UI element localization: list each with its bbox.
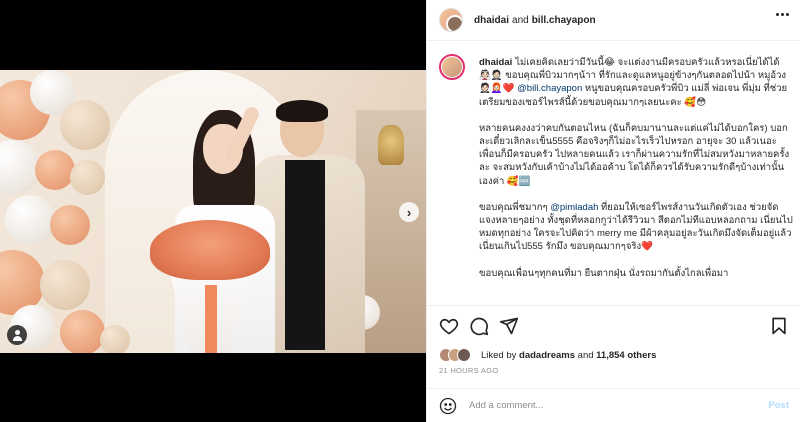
caption-author-avatar[interactable] [439, 54, 465, 80]
post-header: dhaidai and bill.chayapon [427, 0, 800, 41]
balloon [70, 160, 105, 195]
smiley-emoji-icon[interactable] [439, 397, 457, 415]
likes-prefix: Liked by [481, 349, 517, 361]
bouquet [150, 220, 270, 280]
balloon [100, 325, 130, 353]
share-paper-plane-icon[interactable] [499, 316, 519, 336]
caption-paragraph: ขอบคุณพี่ชมากๆ @pimladah ที่ยอมให้เซอร์ไ… [479, 201, 793, 254]
caption-paragraph: หลายคนคงงงว่าคบกันตอนไหน (ฉันก็คบมานานละ… [479, 122, 790, 187]
post-authors: dhaidai and bill.chayapon [474, 15, 596, 26]
post-side-panel: dhaidai and bill.chayapon dhaidai ไม่เคยค… [426, 0, 800, 422]
caption-paragraph: dhaidai ไม่เคยคิดเลยว่ามีวันนี้😂 จะแต่งงา… [479, 56, 793, 109]
heart-icon[interactable] [439, 316, 459, 336]
balloon [60, 100, 110, 150]
post-timestamp[interactable]: 21 HOURS AGO [439, 366, 498, 375]
author-avatar[interactable] [439, 8, 463, 32]
person-tag-icon[interactable] [7, 325, 27, 345]
post-photo[interactable] [0, 70, 426, 353]
comment-bar: Post [427, 388, 800, 422]
balloon [5, 195, 55, 245]
balloon [60, 310, 105, 353]
coauthor-username[interactable]: bill.chayapon [532, 15, 596, 26]
post-media-pane: › [0, 0, 426, 422]
comment-input[interactable] [469, 400, 769, 411]
wall-clock [378, 125, 404, 165]
caption-username[interactable]: dhaidai [479, 57, 512, 68]
mention-link[interactable]: @bill.chayapon [517, 83, 582, 94]
chevron-right-icon[interactable]: › [399, 202, 419, 222]
avatar [457, 348, 471, 362]
post-actions [427, 305, 800, 345]
mention-link[interactable]: @pimladah [550, 202, 598, 213]
bookmark-icon[interactable] [769, 316, 789, 336]
balloon [0, 140, 40, 195]
liker-avatars[interactable] [439, 348, 473, 362]
authors-and-text: and [512, 14, 529, 26]
likes-summary: Liked by dadadreams and 11,854 others [439, 346, 656, 364]
comment-bubble-icon[interactable] [469, 316, 489, 336]
balloon [35, 150, 75, 190]
likes-count[interactable]: 11,854 others [596, 350, 656, 361]
likes-text: Liked by dadadreams and 11,854 others [481, 350, 656, 361]
liker-username[interactable]: dadadreams [519, 350, 575, 361]
bouquet-ribbon [205, 285, 217, 353]
balloon [40, 260, 90, 310]
caption-scroll-area[interactable]: dhaidai ไม่เคยคิดเลยว่ามีวันนี้😂 จะแต่งงา… [427, 42, 800, 304]
likes-and-text: and [577, 349, 594, 361]
post-comment-button[interactable]: Post [768, 400, 789, 411]
caption-text-segment: ขอบคุณพี่ชมากๆ [479, 201, 551, 213]
caption-text: dhaidai ไม่เคยคิดเลยว่ามีวันนี้😂 จะแต่งงา… [479, 56, 793, 293]
author-username[interactable]: dhaidai [474, 15, 509, 26]
more-dots-icon[interactable] [776, 13, 789, 16]
caption-paragraph: ขอบคุณเพื่อนๆทุกคนที่มา ยืนตากฝุ่น นั่งร… [479, 267, 729, 279]
balloon [50, 205, 90, 245]
